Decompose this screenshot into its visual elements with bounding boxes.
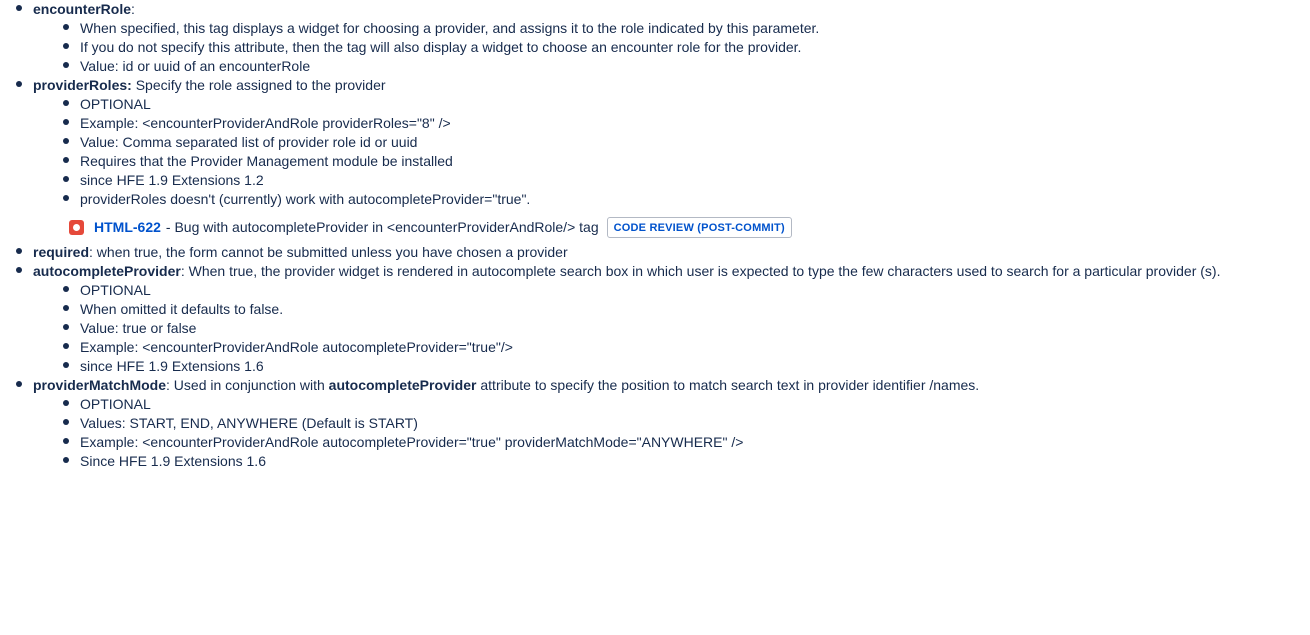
jira-issue-macro: HTML-622 - Bug with autocompleteProvider… (69, 213, 1310, 241)
list-item-required: required: when true, the form cannot be … (15, 243, 1310, 262)
list-item: Example: <encounterProviderAndRole autoc… (62, 338, 1310, 357)
list-item: Value: Comma separated list of provider … (62, 133, 1310, 152)
list-item: If you do not specify this attribute, th… (62, 38, 1310, 57)
list-item-provider-roles: providerRoles: Specify the role assigned… (15, 76, 1310, 241)
list-item: OPTIONAL (62, 395, 1310, 414)
documentation-page: encounterRole: When specified, this tag … (0, 0, 1310, 471)
list-item: since HFE 1.9 Extensions 1.6 (62, 357, 1310, 376)
encounter-role-details: When specified, this tag displays a widg… (62, 19, 1310, 76)
term-autocomplete-provider: autocompleteProvider (33, 263, 181, 279)
bug-icon (69, 219, 84, 235)
list-item: since HFE 1.9 Extensions 1.2 (62, 171, 1310, 190)
list-item: Values: START, END, ANYWHERE (Default is… (62, 414, 1310, 433)
list-item: Example: <encounterProviderAndRole provi… (62, 114, 1310, 133)
jira-issue-link[interactable]: HTML-622 (94, 219, 161, 236)
list-item-provider-match-mode: providerMatchMode: Used in conjunction w… (15, 376, 1310, 471)
list-item: providerRoles doesn't (currently) work w… (62, 190, 1310, 209)
term-provider-match-mode: providerMatchMode (33, 377, 167, 393)
list-item-autocomplete-provider: autocompleteProvider: When true, the pro… (15, 262, 1310, 376)
jira-status-badge: CODE REVIEW (POST-COMMIT) (606, 216, 792, 238)
term-encounter-role: encounterRole (33, 1, 132, 17)
autocomplete-provider-details: OPTIONAL When omitted it defaults to fal… (62, 281, 1310, 376)
provider-match-mode-details: OPTIONAL Values: START, END, ANYWHERE (D… (62, 395, 1310, 471)
list-item: When specified, this tag displays a widg… (62, 19, 1310, 38)
term-provider-roles: providerRoles: (33, 77, 132, 93)
list-item: Value: true or false (62, 319, 1310, 338)
provider-roles-details: OPTIONAL Example: <encounterProviderAndR… (62, 95, 1310, 209)
attribute-list: encounterRole: When specified, this tag … (15, 0, 1310, 471)
term-required: required (33, 244, 90, 260)
list-item: Value: id or uuid of an encounterRole (62, 57, 1310, 76)
list-item: When omitted it defaults to false. (62, 300, 1310, 319)
list-item: Example: <encounterProviderAndRole autoc… (62, 433, 1310, 452)
list-item: Since HFE 1.9 Extensions 1.6 (62, 452, 1310, 471)
list-item-encounter-role: encounterRole: When specified, this tag … (15, 0, 1310, 76)
list-item: OPTIONAL (62, 95, 1310, 114)
list-item: OPTIONAL (62, 281, 1310, 300)
jira-issue-summary: - Bug with autocompleteProvider in <enco… (165, 218, 599, 235)
list-item: Requires that the Provider Management mo… (62, 152, 1310, 171)
